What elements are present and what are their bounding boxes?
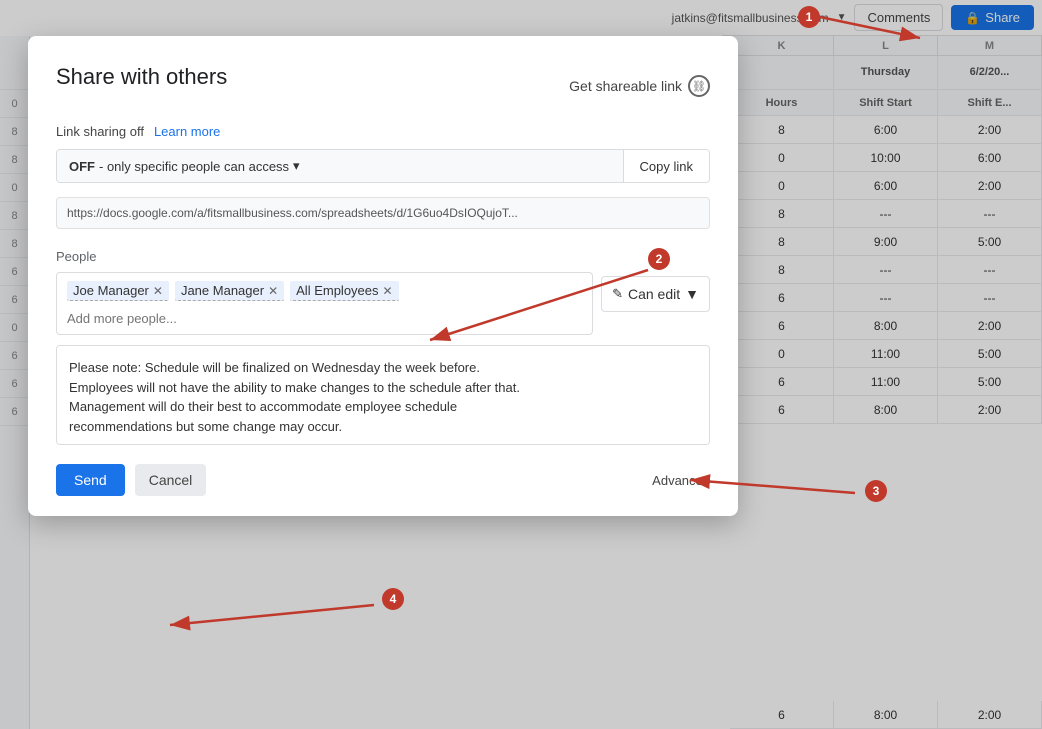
add-more-people-input[interactable] (67, 311, 582, 326)
link-sharing-status-row: Link sharing off Learn more (56, 124, 710, 139)
people-section-label: People (56, 249, 710, 264)
copy-link-button[interactable]: Copy link (623, 150, 709, 182)
link-control-row: OFF - only specific people can access ▾ … (56, 149, 710, 183)
advanced-button[interactable]: Advanced (652, 473, 710, 488)
learn-more-link[interactable]: Learn more (154, 124, 220, 139)
can-edit-label: Can edit (628, 286, 680, 302)
share-dialog: Share with others Get shareable link ⛓ L… (28, 36, 738, 516)
pencil-icon: ✎ (612, 286, 623, 302)
dialog-header: Share with others Get shareable link ⛓ (56, 64, 710, 108)
person-tag-all-label: All Employees (296, 283, 378, 298)
remove-all-button[interactable]: ✕ (383, 284, 393, 298)
get-shareable-link-button[interactable]: Get shareable link ⛓ (569, 75, 710, 97)
person-tag-joe-label: Joe Manager (73, 283, 149, 298)
footer-left-buttons: Send Cancel (56, 464, 206, 496)
chain-link-icon: ⛓ (688, 75, 710, 97)
cancel-button[interactable]: Cancel (135, 464, 207, 496)
off-label: OFF (69, 159, 95, 174)
link-access-caret: ▾ (293, 158, 300, 174)
dialog-title: Share with others (56, 64, 227, 90)
link-access-label: - only specific people can access (99, 159, 289, 174)
link-access-dropdown[interactable]: OFF - only specific people can access ▾ (57, 150, 623, 182)
remove-joe-button[interactable]: ✕ (153, 284, 163, 298)
link-sharing-label: Link sharing off (56, 124, 144, 139)
remove-jane-button[interactable]: ✕ (268, 284, 278, 298)
person-tag-jane: Jane Manager ✕ (175, 281, 284, 301)
can-edit-caret: ▼ (685, 286, 699, 302)
message-textarea[interactable]: Please note: Schedule will be finalized … (56, 345, 710, 445)
person-tag-joe: Joe Manager ✕ (67, 281, 169, 301)
person-tag-jane-label: Jane Manager (181, 283, 264, 298)
can-edit-dropdown-button[interactable]: ✎ Can edit ▼ (601, 276, 710, 312)
get-link-label: Get shareable link (569, 78, 682, 94)
dialog-footer: Send Cancel Advanced (56, 464, 710, 496)
person-tag-all: All Employees ✕ (290, 281, 398, 301)
shareable-url-field[interactable] (56, 197, 710, 229)
people-input-row: Joe Manager ✕ Jane Manager ✕ All Employe… (56, 272, 710, 335)
people-input-box[interactable]: Joe Manager ✕ Jane Manager ✕ All Employe… (56, 272, 593, 335)
send-button[interactable]: Send (56, 464, 125, 496)
